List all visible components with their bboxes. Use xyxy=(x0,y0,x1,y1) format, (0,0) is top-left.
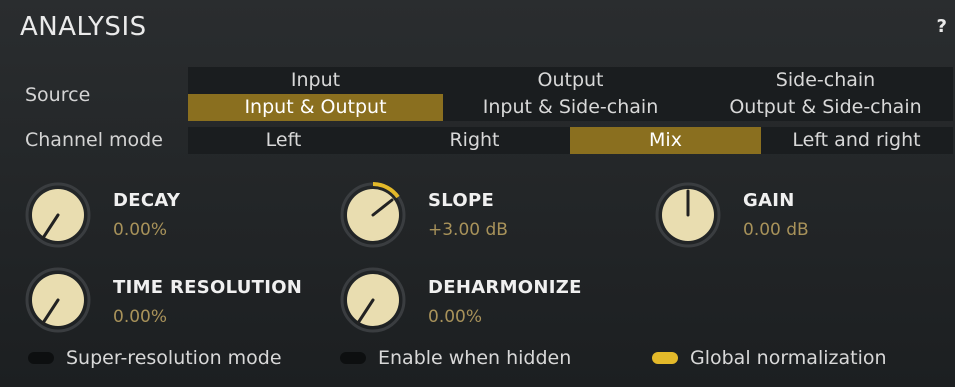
decay-value: 0.00% xyxy=(113,220,168,240)
channel-mode-label: Channel mode xyxy=(25,129,163,151)
panel-title: ANALYSIS xyxy=(20,12,147,42)
super-resolution-label: Super-resolution mode xyxy=(66,347,282,369)
channel-option-mix[interactable]: Mix xyxy=(570,127,761,154)
time-resolution-value: 0.00% xyxy=(113,307,168,327)
slope-knob[interactable] xyxy=(340,182,406,248)
deharmonize-title: DEHARMONIZE xyxy=(428,277,582,298)
source-selector: Input Output Side-chain Input & Output I… xyxy=(188,67,953,121)
gain-knob-icon xyxy=(655,182,721,248)
analysis-panel: ANALYSIS ? Source Input Output Side-chai… xyxy=(0,0,955,387)
decay-knob[interactable] xyxy=(25,182,91,248)
deharmonize-knob-icon xyxy=(340,267,406,333)
deharmonize-knob[interactable] xyxy=(340,267,406,333)
channel-option-left[interactable]: Left xyxy=(188,127,379,154)
help-button[interactable]: ? xyxy=(937,16,947,37)
title-bar: ANALYSIS ? xyxy=(0,0,955,62)
source-option-input[interactable]: Input xyxy=(188,67,443,94)
global-normalization-toggle[interactable]: Global normalization xyxy=(652,347,887,369)
global-normalization-label: Global normalization xyxy=(690,347,887,369)
source-label: Source xyxy=(25,84,91,106)
enable-when-hidden-switch[interactable] xyxy=(340,352,366,364)
channel-option-left-and-right[interactable]: Left and right xyxy=(761,127,952,154)
decay-knob-icon xyxy=(25,182,91,248)
source-option-side-chain[interactable]: Side-chain xyxy=(698,67,953,94)
decay-title: DECAY xyxy=(113,190,181,211)
gain-title: GAIN xyxy=(743,190,795,211)
enable-when-hidden-toggle[interactable]: Enable when hidden xyxy=(340,347,571,369)
source-option-output-side-chain[interactable]: Output & Side-chain xyxy=(698,94,953,121)
gain-value: 0.00 dB xyxy=(743,220,809,240)
source-option-output[interactable]: Output xyxy=(443,67,698,94)
channel-mode-selector: Left Right Mix Left and right xyxy=(188,127,953,154)
super-resolution-toggle[interactable]: Super-resolution mode xyxy=(28,347,282,369)
channel-option-right[interactable]: Right xyxy=(379,127,570,154)
time-resolution-title: TIME RESOLUTION xyxy=(113,277,303,298)
time-resolution-knob-icon xyxy=(25,267,91,333)
deharmonize-value: 0.00% xyxy=(428,307,483,327)
slope-value: +3.00 dB xyxy=(428,220,508,240)
slope-title: SLOPE xyxy=(428,190,495,211)
time-resolution-knob[interactable] xyxy=(25,267,91,333)
slope-knob-icon xyxy=(340,182,406,248)
global-normalization-switch[interactable] xyxy=(652,352,678,364)
source-option-input-side-chain[interactable]: Input & Side-chain xyxy=(443,94,698,121)
enable-when-hidden-label: Enable when hidden xyxy=(378,347,572,369)
super-resolution-switch[interactable] xyxy=(28,352,54,364)
gain-knob[interactable] xyxy=(655,182,721,248)
source-option-input-output[interactable]: Input & Output xyxy=(188,94,443,121)
